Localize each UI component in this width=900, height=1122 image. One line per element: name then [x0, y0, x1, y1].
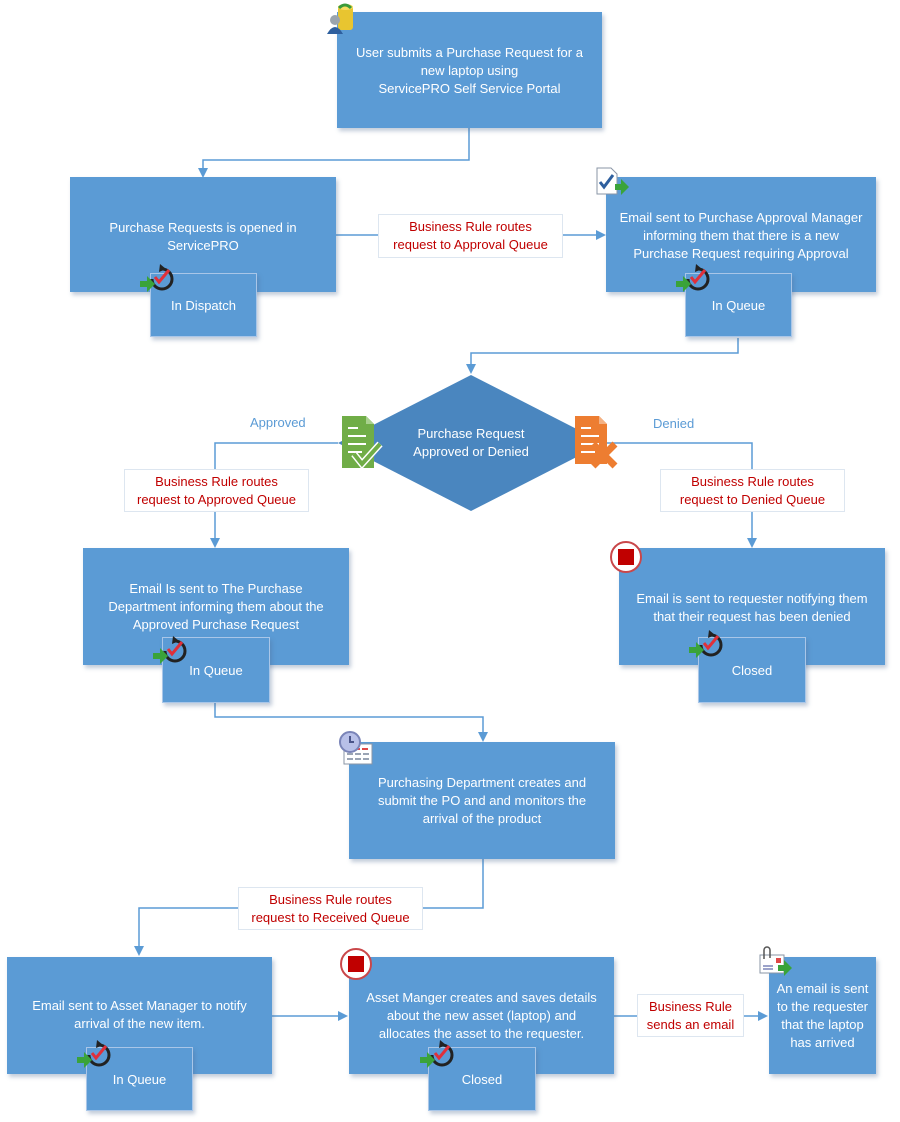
branch-label-approved: Approved: [250, 415, 306, 430]
document-denied-icon: [575, 416, 618, 469]
step-text: Email sent to Purchase Approval Manager …: [619, 210, 863, 261]
workflow-status-icon: [420, 1040, 454, 1068]
branch-label-denied: Denied: [653, 416, 695, 431]
business-rule-approved-queue: Business Rule routes request to Approved…: [124, 469, 309, 512]
document-approved-icon: [342, 416, 383, 470]
rule-text: Business Rule routes request to Denied Q…: [679, 473, 826, 507]
workflow-status-icon: [676, 264, 710, 292]
status-text: Closed: [731, 662, 773, 678]
email-attachment-send-icon: [759, 946, 792, 976]
user-database-icon: [327, 3, 353, 34]
stop-icon: [610, 541, 642, 573]
rule-text: Business Rule sends an email: [646, 998, 735, 1032]
status-text: In Queue: [711, 297, 766, 313]
step-submit-request: User submits a Purchase Request for a ne…: [337, 12, 602, 128]
rule-text: Business Rule routes request to Received…: [251, 891, 410, 925]
step-text: Email sent to Asset Manager to notify ar…: [32, 998, 247, 1031]
step-text: Purchase Requests is opened in ServicePR…: [109, 220, 297, 253]
step-text: Asset Manger creates and saves details a…: [366, 990, 597, 1041]
rule-text: Business Rule routes request to Approved…: [136, 473, 296, 507]
step-purchasing-department: Purchasing Department creates and submit…: [349, 742, 615, 859]
workflow-status-icon: [140, 264, 174, 292]
business-rule-denied-queue: Business Rule routes request to Denied Q…: [660, 469, 845, 512]
approval-document-icon: [596, 167, 629, 195]
step-text: User submits a Purchase Request for a ne…: [356, 45, 583, 96]
business-rule-received-queue: Business Rule routes request to Received…: [238, 887, 423, 930]
status-text: In Queue: [112, 1071, 167, 1087]
rule-text: Business Rule routes request to Approval…: [393, 219, 548, 252]
status-text: Closed: [461, 1071, 503, 1087]
connector-email-manager-to-decision: [466, 338, 739, 374]
connector-submit-to-opened: [198, 128, 470, 178]
status-text: In Dispatch: [170, 297, 237, 313]
workflow-status-icon: [77, 1040, 111, 1068]
stop-icon: [340, 948, 372, 980]
workflow-status-icon: [689, 630, 723, 658]
status-text: In Queue: [189, 662, 243, 678]
business-rule-approval-queue: Business Rule routes request to Approval…: [378, 214, 563, 258]
step-text: Purchasing Department creates and submit…: [377, 775, 587, 826]
decision-text: Purchase Request Approved or Denied: [413, 426, 529, 459]
schedule-calendar-icon: [339, 731, 373, 765]
step-text: Email Is sent to The Purchase Department…: [108, 581, 324, 632]
workflow-status-icon: [153, 636, 187, 664]
business-rule-sends-email: Business Rule sends an email: [637, 994, 744, 1037]
step-text: Email is sent to requester notifying the…: [636, 591, 868, 624]
step-text: An email is sent to the requester that t…: [776, 980, 869, 1050]
